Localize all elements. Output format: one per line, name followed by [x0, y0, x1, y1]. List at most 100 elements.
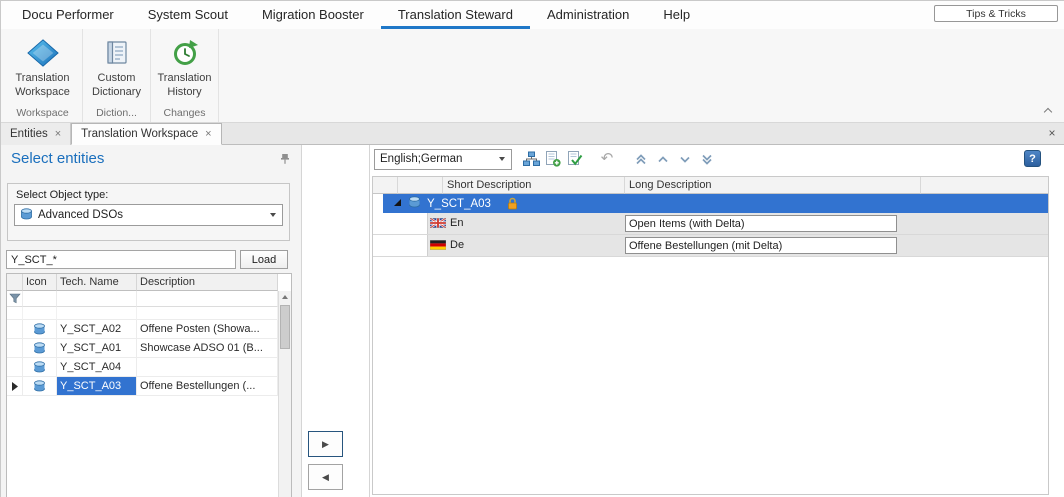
row-indicator-header [7, 274, 23, 291]
move-to-workspace-button[interactable]: ▶ [308, 431, 343, 457]
description-cell[interactable] [137, 358, 278, 377]
menu-item-docu-performer[interactable]: Docu Performer [5, 1, 131, 29]
custom-dictionary-button[interactable]: Custom Dictionary [83, 29, 150, 105]
row-indicator-icon [7, 377, 22, 395]
language-label: En [450, 217, 463, 229]
next-item-button[interactable] [674, 149, 696, 170]
translation-text-input-de[interactable] [625, 237, 897, 254]
auto-filter-row[interactable] [7, 291, 291, 307]
column-header-tech-name[interactable]: Tech. Name [57, 274, 137, 291]
ribbon-group-caption: Workspace [3, 105, 82, 122]
undo-button[interactable]: ↶ [596, 149, 618, 170]
apply-translations-button[interactable] [564, 149, 586, 170]
ribbon-group-caption: Changes [151, 105, 218, 122]
translation-row-de[interactable]: De [373, 235, 1048, 257]
ribbon-group-changes: Translation History Changes [151, 29, 219, 122]
last-item-button[interactable] [696, 149, 718, 170]
main-area: Select entities Select Object type: [1, 145, 1064, 497]
column-header-icon[interactable]: Icon [23, 274, 57, 291]
undo-icon: ↶ [601, 152, 614, 166]
menu-item-translation-steward[interactable]: Translation Steward [381, 1, 530, 29]
filter-cell[interactable] [23, 291, 57, 307]
filter-cell[interactable] [137, 291, 278, 307]
object-type-caption: Select Object type: [8, 184, 289, 204]
remove-from-workspace-button[interactable]: ◀ [308, 464, 343, 490]
column-header-long-description[interactable]: Long Description [625, 177, 921, 194]
translation-workspace-button[interactable]: Translation Workspace [3, 29, 82, 105]
menubar: Docu Performer System Scout Migration Bo… [1, 1, 1064, 29]
translation-text-input-en[interactable] [625, 215, 897, 232]
language-pair-value: English;German [380, 153, 462, 165]
column-header-blank [373, 177, 398, 194]
translation-grid: Short Description Long Description [372, 176, 1049, 495]
tab-close-icon[interactable]: × [205, 129, 211, 139]
description-cell[interactable]: Showcase ADSO 01 (B... [137, 339, 278, 358]
tech-name-cell[interactable]: Y_SCT_A03 [57, 377, 137, 396]
close-document-icon[interactable]: × [1045, 126, 1059, 140]
pin-icon[interactable] [279, 153, 291, 165]
description-cell[interactable]: Offene Posten (Showa... [137, 320, 278, 339]
filter-cell[interactable] [57, 291, 137, 307]
translation-row-en[interactable]: En [373, 213, 1048, 235]
scroll-up-icon[interactable] [282, 295, 288, 299]
menu-item-administration[interactable]: Administration [530, 1, 646, 29]
scrollbar-thumb[interactable] [280, 305, 290, 349]
ribbon-collapse-button[interactable] [1041, 104, 1055, 116]
language-pair-dropdown[interactable]: English;German [374, 149, 512, 170]
first-item-button[interactable] [630, 149, 652, 170]
translation-workspace-panel: English;German [369, 145, 1064, 497]
previous-item-button[interactable] [652, 149, 674, 170]
entity-icon [408, 196, 421, 211]
entity-table-header: Icon Tech. Name Description [7, 274, 291, 291]
menu-item-migration-booster[interactable]: Migration Booster [245, 1, 381, 29]
translation-history-button[interactable]: Translation History [151, 29, 218, 105]
table-scrollbar[interactable] [278, 291, 291, 497]
tech-name-cell[interactable]: Y_SCT_A02 [57, 320, 137, 339]
ribbon-button-label: Translation History [149, 72, 221, 100]
arrow-left-icon: ◀ [322, 472, 329, 483]
tech-name-cell[interactable]: Y_SCT_A04 [57, 358, 137, 377]
ribbon-button-label: Custom Dictionary [81, 72, 153, 100]
load-button[interactable]: Load [240, 250, 288, 269]
hierarchy-view-button[interactable] [520, 149, 542, 170]
docu-performer-window: Docu Performer System Scout Migration Bo… [0, 0, 1064, 497]
entity-icon [23, 339, 57, 358]
tips-and-tricks-button[interactable]: Tips & Tricks [934, 5, 1058, 22]
tab-translation-workspace[interactable]: Translation Workspace × [71, 123, 221, 145]
object-type-value: Advanced DSOs [38, 209, 123, 221]
entity-group-row[interactable]: Y_SCT_A03 [373, 194, 1048, 213]
document-tabbar: Entities × Translation Workspace × × [1, 123, 1064, 145]
uk-flag-icon [430, 218, 446, 231]
select-entities-panel: Select entities Select Object type: [1, 145, 302, 497]
panel-title: Select entities [11, 150, 104, 167]
translation-workspace-icon [27, 36, 59, 70]
entity-icon [23, 320, 57, 339]
help-button[interactable]: ? [1024, 150, 1041, 167]
object-type-groupbox: Select Object type: Advanced DSOs [7, 183, 290, 241]
object-type-dropdown[interactable]: Advanced DSOs [14, 204, 283, 226]
menu-item-help[interactable]: Help [646, 1, 707, 29]
menu-item-system-scout[interactable]: System Scout [131, 1, 245, 29]
table-row[interactable]: Y_SCT_A01 Showcase ADSO 01 (B... [7, 339, 291, 358]
translation-history-icon [171, 36, 199, 70]
ribbon-group-dictionary: Custom Dictionary Diction... [83, 29, 151, 122]
table-row[interactable]: Y_SCT_A04 [7, 358, 291, 377]
tab-entities[interactable]: Entities × [1, 123, 71, 145]
add-translation-button[interactable] [542, 149, 564, 170]
translation-toolbar: English;German [374, 148, 718, 170]
collapse-node-icon[interactable] [393, 198, 402, 210]
column-header-short-description[interactable]: Short Description [443, 177, 625, 194]
chevron-down-icon[interactable] [265, 206, 280, 224]
description-cell[interactable]: Offene Bestellungen (... [137, 377, 278, 396]
ribbon: Translation Workspace Workspace Custom D… [1, 29, 1064, 123]
table-row-selected[interactable]: Y_SCT_A03 Offene Bestellungen (... [7, 377, 291, 396]
column-header-description[interactable]: Description [137, 274, 278, 291]
tech-name-filter-input[interactable] [6, 250, 236, 269]
tab-close-icon[interactable]: × [55, 129, 61, 139]
table-row[interactable]: Y_SCT_A02 Offene Posten (Showa... [7, 320, 291, 339]
tech-name-cell[interactable]: Y_SCT_A01 [57, 339, 137, 358]
language-label: De [450, 239, 464, 251]
chevron-down-icon[interactable] [494, 150, 509, 168]
ribbon-group-caption: Diction... [83, 105, 150, 122]
empty-row [7, 307, 291, 320]
